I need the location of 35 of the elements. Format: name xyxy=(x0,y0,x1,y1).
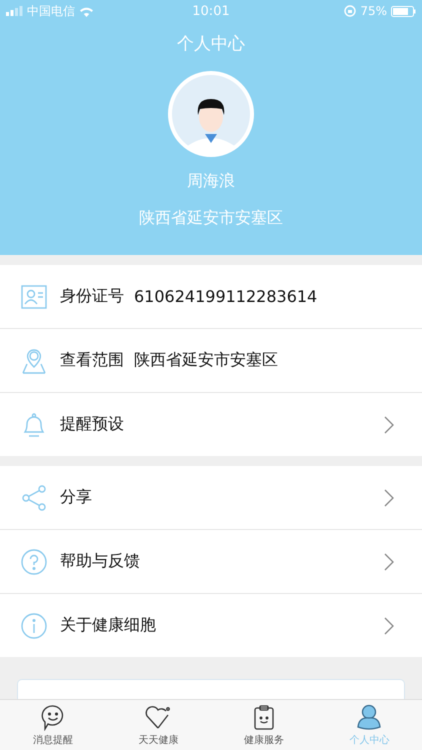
heart-icon xyxy=(144,703,172,731)
user-location: 陕西省延安市安塞区 xyxy=(139,208,283,229)
rotation-lock-icon xyxy=(344,5,356,17)
wifi-icon xyxy=(79,6,94,16)
battery-icon xyxy=(391,6,416,16)
person-icon xyxy=(355,703,384,731)
menu-row[interactable]: 提醒预设 xyxy=(0,393,422,456)
row-label: 帮助与反馈 xyxy=(60,551,140,572)
menu-row[interactable]: 查看范围 陕西省延安市安塞区 xyxy=(0,329,422,393)
battery-percent: 75% xyxy=(360,4,387,18)
map-pin-icon xyxy=(20,346,48,374)
avatar[interactable] xyxy=(168,71,254,157)
tab[interactable]: 消息提醒 xyxy=(0,700,106,750)
row-label: 查看范围 xyxy=(60,350,124,371)
row-label: 关于健康细胞 xyxy=(60,615,156,636)
question-icon xyxy=(20,548,48,576)
row-value: 610624199112283614 xyxy=(134,287,318,306)
info-icon xyxy=(20,612,48,640)
row-value: 陕西省延安市安塞区 xyxy=(134,350,278,371)
share-icon xyxy=(20,484,48,512)
row-label: 身份证号 xyxy=(60,286,124,307)
user-name: 周海浪 xyxy=(187,171,235,192)
menu-row[interactable]: 关于健康细胞 xyxy=(0,594,422,657)
signal-icon xyxy=(6,6,23,16)
menu-row[interactable]: 帮助与反馈 xyxy=(0,530,422,594)
status-time: 10:01 xyxy=(192,4,230,18)
carrier-name: 中国电信 xyxy=(27,2,75,20)
row-label: 提醒预设 xyxy=(60,414,124,435)
menu-row[interactable]: 分享 xyxy=(0,466,422,530)
row-label: 分享 xyxy=(60,487,92,508)
tab[interactable]: 健康服务 xyxy=(211,700,316,750)
page-title: 个人中心 xyxy=(177,33,245,55)
tab[interactable]: 天天健康 xyxy=(106,700,211,750)
menu-row[interactable]: 身份证号 610624199112283614 xyxy=(0,265,422,329)
id-card-icon xyxy=(20,282,48,310)
